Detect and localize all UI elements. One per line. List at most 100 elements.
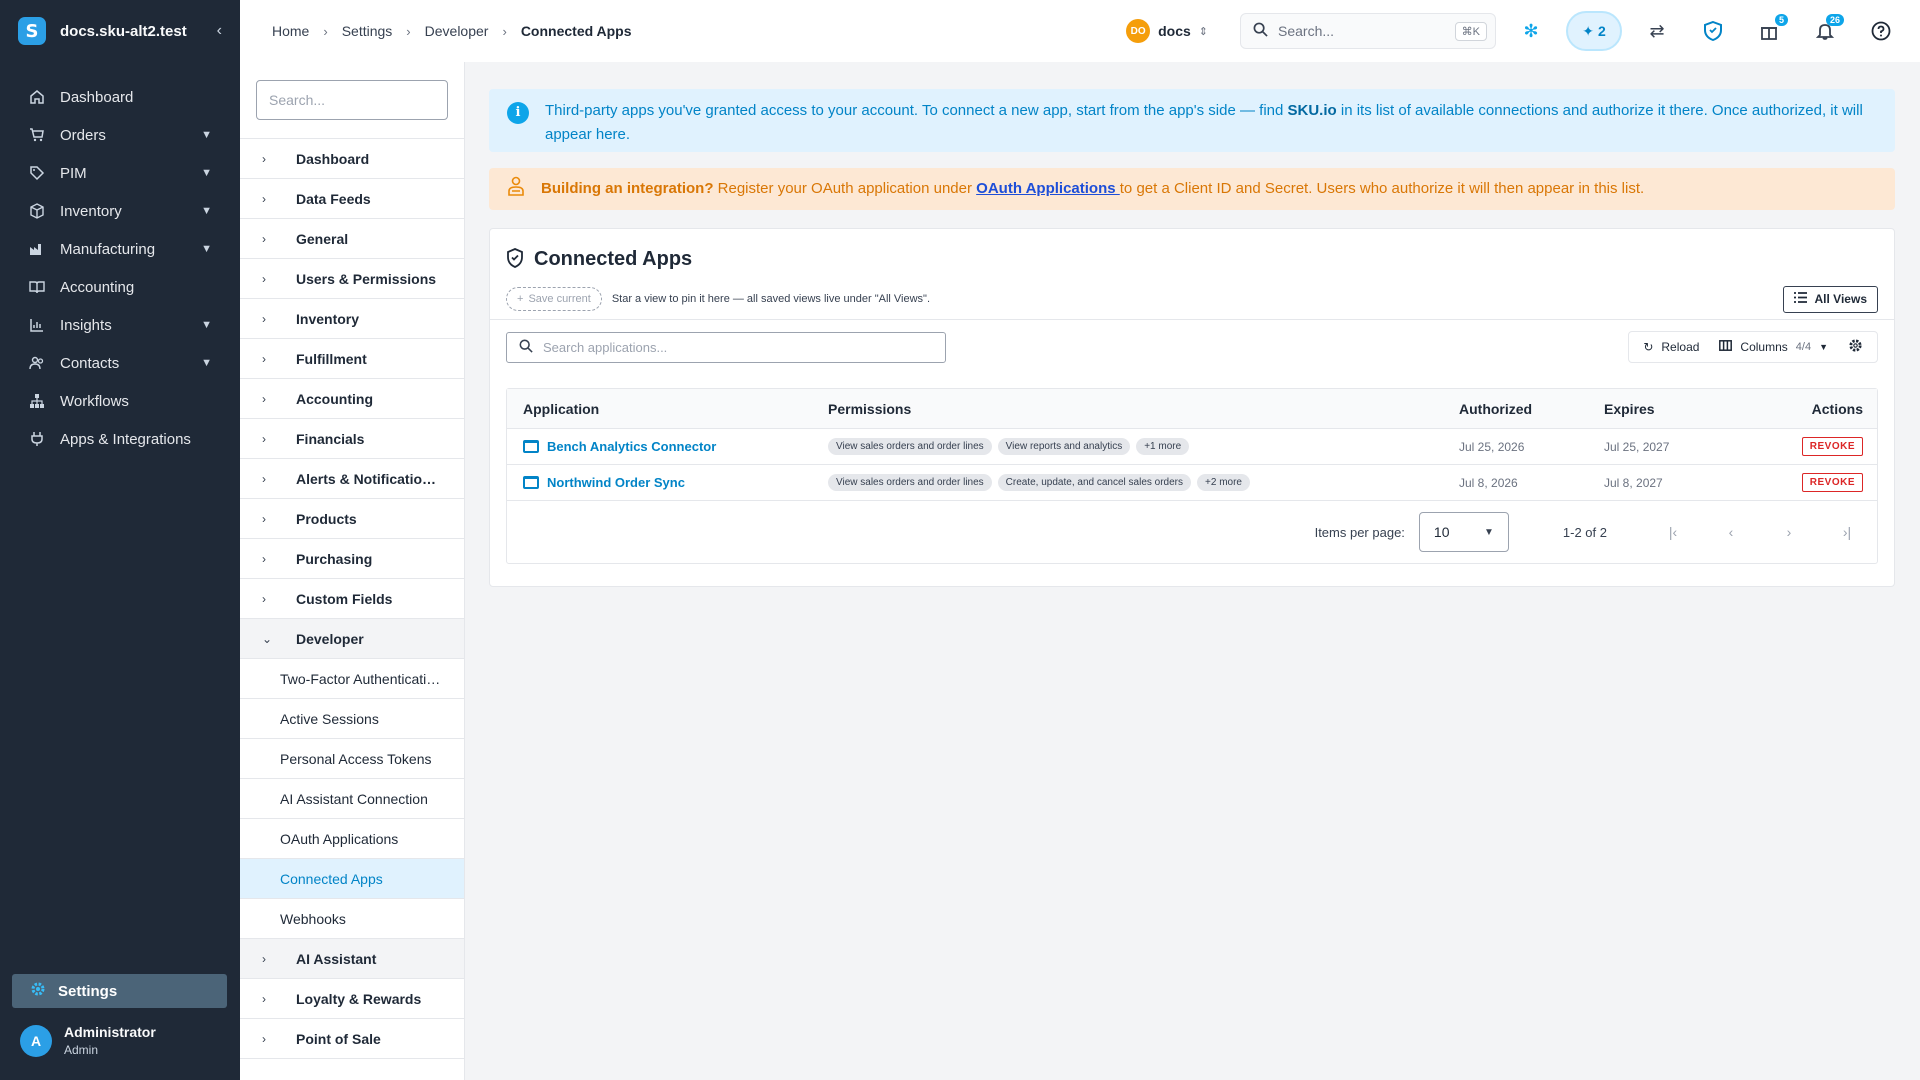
sidebar-item-settings[interactable]: Settings (12, 974, 227, 1008)
sidebar-item-insights[interactable]: Insights ▼ (0, 306, 240, 344)
settings-section[interactable]: › General (240, 219, 464, 259)
items-per-page-select[interactable]: 10 ▼ (1418, 512, 1509, 552)
settings-subitem[interactable]: OAuth Applications (240, 819, 464, 859)
settings-section[interactable]: › Users & Permissions (240, 259, 464, 299)
window-icon (523, 476, 539, 489)
settings-section[interactable]: › Accounting (240, 379, 464, 419)
application-link[interactable]: Northwind Order Sync (547, 475, 685, 490)
sidebar-item-manufacturing[interactable]: Manufacturing ▼ (0, 230, 240, 268)
last-page-icon[interactable]: ›| (1831, 524, 1863, 540)
save-current-view-button[interactable]: + Save current (506, 287, 602, 311)
settings-section[interactable]: › Inventory (240, 299, 464, 339)
settings-section[interactable]: › Point of Sale (240, 1019, 464, 1059)
reload-button[interactable]: ↻ Reload (1635, 332, 1707, 362)
chevron-down-icon: ⌄ (262, 631, 273, 646)
settings-section-label: Inventory (296, 310, 360, 327)
column-header-permissions[interactable]: Permissions (828, 401, 1459, 417)
settings-section[interactable]: › AI Assistant (240, 939, 464, 979)
chevron-down-icon: ▼ (201, 129, 212, 141)
column-header-application[interactable]: Application (507, 401, 828, 417)
settings-subitem[interactable]: Personal Access Tokens (240, 739, 464, 779)
revoke-button[interactable]: REVOKE (1801, 437, 1863, 456)
settings-section[interactable]: › Purchasing (240, 539, 464, 579)
more-permissions-chip[interactable]: +1 more (1136, 438, 1190, 455)
settings-section[interactable]: › Alerts & Notificatio… (240, 459, 464, 499)
all-views-button[interactable]: All Views (1782, 285, 1878, 313)
settings-subitem[interactable]: Two-Factor Authenticati… (240, 659, 464, 699)
settings-section[interactable]: › Financials (240, 419, 464, 459)
authorized-cell: Jul 8, 2026 (1459, 475, 1518, 490)
breadcrumb-developer[interactable]: Developer (425, 23, 489, 39)
settings-section[interactable]: › Dashboard (240, 139, 464, 179)
application-search-input[interactable]: Search applications... (506, 331, 946, 363)
ai-assistant-button[interactable]: ✦ 2 (1566, 11, 1622, 51)
settings-section-label: Custom Fields (296, 590, 393, 607)
sidebar-item-contacts[interactable]: Contacts ▼ (0, 344, 240, 382)
chevron-right-icon: › (262, 551, 266, 566)
breadcrumb-home[interactable]: Home (272, 23, 309, 39)
expires-cell: Jul 25, 2027 (1604, 439, 1670, 454)
table-settings-button[interactable] (1840, 332, 1871, 362)
list-icon (1793, 292, 1807, 306)
settings-menu: Search... › Dashboard › Data Feeds › Genera… (240, 62, 465, 1080)
settings-subitem[interactable]: AI Assistant Connection (240, 779, 464, 819)
workspace-switcher[interactable]: DO docs ⇕ (1126, 19, 1208, 43)
user-profile[interactable]: A Administrator Admin (20, 1024, 156, 1057)
pagination: Items per page: 10 ▼ 1-2 of 2 |‹ ‹ › ›| (507, 501, 1877, 563)
permission-chip: Create, update, and cancel sales orders (997, 474, 1192, 491)
info-text-before: Third-party apps you've granted access t… (545, 102, 1288, 119)
chevron-right-icon: › (262, 471, 266, 486)
chevron-right-icon: › (262, 991, 266, 1006)
chevron-right-icon: › (406, 23, 411, 39)
application-link[interactable]: Bench Analytics Connector (547, 439, 716, 454)
columns-button[interactable]: Columns 4/4 ▼ (1711, 332, 1836, 362)
gift-icon[interactable]: 5 (1748, 10, 1790, 52)
previous-page-icon[interactable]: ‹ (1715, 524, 1747, 540)
shield-icon[interactable] (1692, 10, 1734, 52)
book-icon (28, 279, 46, 295)
first-page-icon[interactable]: |‹ (1657, 524, 1689, 540)
sidebar-item-label: Manufacturing (60, 240, 156, 258)
expires-cell: Jul 8, 2027 (1604, 475, 1663, 490)
gear-icon (30, 981, 46, 1001)
settings-subitem-active[interactable]: Connected Apps (240, 859, 464, 899)
revoke-button[interactable]: REVOKE (1801, 473, 1863, 492)
shield-check-icon (506, 247, 524, 271)
integration-lead: Building an integration? (541, 180, 714, 197)
global-search[interactable]: Search... ⌘K (1240, 13, 1496, 49)
search-shortcut: ⌘K (1454, 21, 1487, 41)
settings-section[interactable]: › Custom Fields (240, 579, 464, 619)
breadcrumb-settings[interactable]: Settings (342, 23, 393, 39)
oauth-applications-link[interactable]: OAuth Applications (976, 180, 1120, 197)
app-logo[interactable]: S (18, 17, 46, 45)
main-sidebar: S docs.sku-alt2.test ‹ Dashboard Orders … (0, 0, 240, 1080)
actions-cell: REVOKE (1749, 473, 1877, 492)
snowflake-icon[interactable]: ✻ (1510, 10, 1552, 52)
column-header-authorized[interactable]: Authorized (1459, 401, 1604, 417)
settings-subitem[interactable]: Active Sessions (240, 699, 464, 739)
sidebar-item-dashboard[interactable]: Dashboard (0, 78, 240, 116)
shuffle-check-icon[interactable]: ⇄ (1636, 10, 1678, 52)
permission-chip: View sales orders and order lines (828, 474, 992, 491)
sidebar-item-apps-integrations[interactable]: Apps & Integrations (0, 420, 240, 458)
collapse-sidebar-icon[interactable]: ‹ (217, 22, 222, 40)
settings-subitem[interactable]: Webhooks (240, 899, 464, 939)
chevron-right-icon: › (262, 511, 266, 526)
settings-section[interactable]: › Products (240, 499, 464, 539)
sidebar-item-inventory[interactable]: Inventory ▼ (0, 192, 240, 230)
bell-icon[interactable]: 26 (1804, 10, 1846, 52)
sidebar-item-pim[interactable]: PIM ▼ (0, 154, 240, 192)
more-permissions-chip[interactable]: +2 more (1197, 474, 1250, 491)
settings-section[interactable]: › Loyalty & Rewards (240, 979, 464, 1019)
help-icon[interactable] (1860, 10, 1902, 52)
settings-section[interactable]: › Fulfillment (240, 339, 464, 379)
settings-search-input[interactable]: Search... (256, 80, 448, 120)
sidebar-item-accounting[interactable]: Accounting (0, 268, 240, 306)
column-header-expires[interactable]: Expires (1604, 401, 1749, 417)
sidebar-item-orders[interactable]: Orders ▼ (0, 116, 240, 154)
settings-section[interactable]: › Data Feeds (240, 179, 464, 219)
settings-section-label: Developer (296, 630, 364, 647)
settings-section-developer[interactable]: ⌄ Developer (240, 619, 464, 659)
next-page-icon[interactable]: › (1773, 524, 1805, 540)
sidebar-item-workflows[interactable]: Workflows (0, 382, 240, 420)
